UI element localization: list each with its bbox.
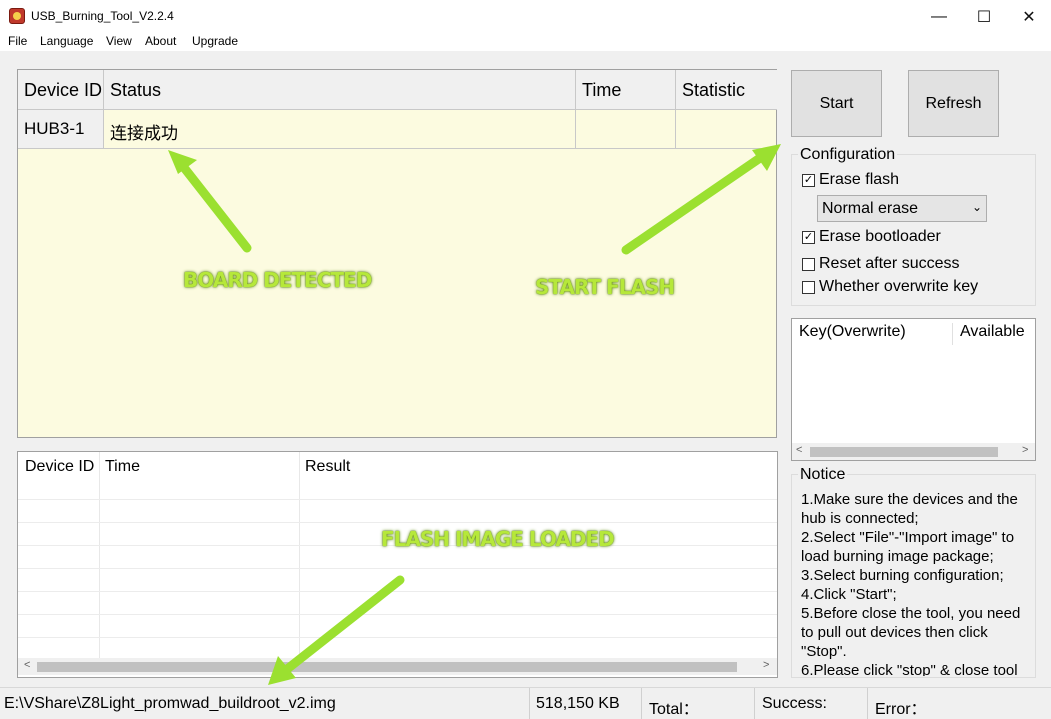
row-line (18, 591, 777, 592)
menu-bar: File Language View About Upgrade (0, 33, 1051, 51)
status-bar: E:\VShare\Z8Light_promwad_buildroot_v2.i… (0, 687, 1051, 719)
chevron-down-icon: ⌄ (971, 200, 982, 214)
start-button[interactable]: Start (791, 70, 882, 137)
image-size: 518,150 KB (532, 688, 642, 719)
device-id-cell[interactable]: HUB3-1 (18, 110, 104, 149)
usb-burning-tool-window: USB_Burning_Tool_V2.2.4 — ☐ ✕ File Langu… (0, 0, 1051, 719)
scrollbar-thumb[interactable] (37, 662, 737, 672)
row-line (18, 637, 777, 638)
erase-mode-value: Normal erase (822, 200, 919, 217)
erase-flash-label: Erase flash (819, 171, 900, 188)
annotation-flash-image-loaded: FLASH IMAGE LOADED (381, 527, 615, 551)
notice-line: 6.Please click "stop" & close tool (801, 662, 1018, 676)
erase-flash-option[interactable]: ✓ Erase flash (802, 171, 899, 189)
annotation-board-detected: BOARD DETECTED (183, 268, 372, 292)
refresh-button[interactable]: Refresh (908, 70, 999, 137)
result-grid-scrollbar[interactable]: < > (18, 658, 777, 675)
column-header-time[interactable]: Time (576, 70, 676, 110)
notice-text: 1.Make sure the devices and the hub is c… (801, 490, 1033, 676)
erase-mode-select[interactable]: Normal erase ⌄ (817, 195, 987, 222)
total-count: Total： (645, 688, 755, 719)
statistic-cell[interactable] (676, 110, 777, 149)
column-header-time[interactable]: Time (105, 458, 140, 476)
column-header-key-overwrite[interactable]: Key(Overwrite) (799, 323, 906, 341)
column-header-result[interactable]: Result (305, 458, 350, 476)
scroll-left-icon[interactable]: < (24, 659, 30, 671)
overwrite-key-label: Whether overwrite key (819, 278, 979, 295)
row-line (18, 568, 777, 569)
erase-bootloader-option[interactable]: ✓ Erase bootloader (802, 228, 941, 246)
maximize-button[interactable]: ☐ (961, 0, 1007, 33)
erase-flash-checkbox[interactable]: ✓ (802, 173, 815, 187)
reset-after-success-option[interactable]: Reset after success (802, 255, 960, 273)
menu-file[interactable]: File (8, 34, 27, 48)
notice-line: 1.Make sure the devices and the hub is c… (801, 491, 1018, 527)
window-title: USB_Burning_Tool_V2.2.4 (31, 9, 174, 23)
minimize-button[interactable]: — (916, 0, 962, 33)
row-line (18, 522, 777, 523)
menu-upgrade[interactable]: Upgrade (192, 34, 238, 48)
notice-line: 3.Select burning configuration; (801, 567, 1004, 584)
overwrite-key-checkbox[interactable] (802, 280, 815, 294)
column-header-device-id[interactable]: Device ID (25, 458, 94, 476)
menu-language[interactable]: Language (40, 34, 93, 48)
scrollbar-thumb[interactable] (810, 447, 998, 457)
scroll-right-icon[interactable]: > (763, 659, 769, 671)
close-button[interactable]: ✕ (1006, 0, 1051, 33)
column-header-statistic[interactable]: Statistic (676, 70, 777, 110)
result-grid[interactable]: Device ID Time Result < > (17, 451, 778, 678)
notice-line: 4.Click "Start"; (801, 586, 897, 603)
key-list-scrollbar[interactable]: < > (792, 443, 1035, 460)
title-bar: USB_Burning_Tool_V2.2.4 — ☐ ✕ (0, 0, 1051, 33)
column-header-device-id[interactable]: Device ID (18, 70, 104, 110)
notice-title: Notice (798, 466, 848, 484)
device-grid[interactable]: Device ID Status Time Statistic HUB3-1 连… (17, 69, 777, 438)
column-divider (299, 452, 300, 658)
column-divider (952, 323, 953, 345)
scroll-right-icon[interactable]: > (1022, 444, 1028, 456)
scroll-left-icon[interactable]: < (796, 444, 802, 456)
configuration-title: Configuration (798, 146, 898, 164)
status-cell[interactable]: 连接成功 (104, 110, 576, 149)
image-path: E:\VShare\Z8Light_promwad_buildroot_v2.i… (0, 688, 530, 719)
time-cell[interactable] (576, 110, 676, 149)
annotation-start-flash: START FLASH (535, 275, 675, 299)
column-divider (99, 452, 100, 658)
key-list[interactable]: Key(Overwrite) Available < > (791, 318, 1036, 461)
menu-view[interactable]: View (106, 34, 132, 48)
menu-about[interactable]: About (145, 34, 176, 48)
row-line (18, 614, 777, 615)
erase-bootloader-label: Erase bootloader (819, 228, 941, 245)
error-count: Error： (875, 701, 927, 718)
overwrite-key-option[interactable]: Whether overwrite key (802, 278, 978, 296)
app-icon (9, 8, 25, 24)
notice-line: 2.Select "File"-"Import image" to load b… (801, 529, 1015, 565)
erase-bootloader-checkbox[interactable]: ✓ (802, 230, 815, 244)
success-count: Success: (758, 688, 868, 719)
row-line (18, 499, 777, 500)
reset-after-success-checkbox[interactable] (802, 257, 815, 271)
reset-after-success-label: Reset after success (819, 255, 960, 272)
notice-line: 5.Before close the tool, you need to pul… (801, 605, 1021, 660)
column-header-status[interactable]: Status (104, 70, 576, 110)
column-header-available[interactable]: Available (960, 323, 1025, 341)
